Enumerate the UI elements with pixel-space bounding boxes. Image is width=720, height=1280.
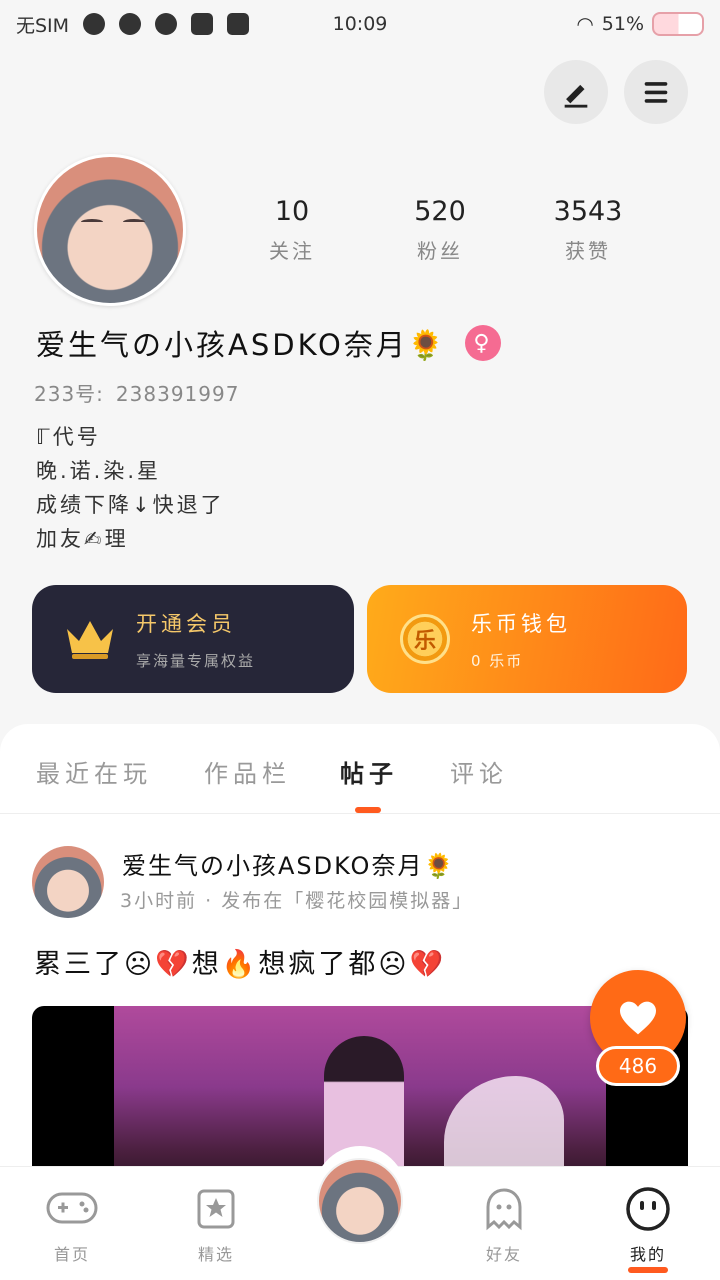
profile-avatar[interactable] <box>34 154 186 306</box>
smiley-face-icon <box>622 1187 674 1231</box>
nav-featured[interactable]: 精选 <box>166 1187 266 1265</box>
profile-bio: ℾ代号 晚.诺.染.星 成绩下降↓快退了 加友✍理 <box>36 420 225 556</box>
wallet-card[interactable]: 乐 乐币钱包 0 乐币 <box>367 585 687 693</box>
post-author-avatar[interactable] <box>32 846 104 918</box>
gamepad-icon <box>46 1187 98 1231</box>
wallet-title: 乐币钱包 <box>471 611 571 636</box>
tab-works[interactable]: 作品栏 <box>204 754 291 789</box>
menu-icon <box>644 82 668 103</box>
followers-stat[interactable]: 520 粉丝 <box>380 196 500 264</box>
status-bar: 无SIM 10:09 ◠ 51% <box>0 0 720 48</box>
tab-recently-played[interactable]: 最近在玩 <box>36 754 152 789</box>
nav-me[interactable]: 我的 <box>598 1187 698 1273</box>
likes-stat[interactable]: 3543 获赞 <box>528 196 648 264</box>
like-count: 486 <box>596 1046 680 1086</box>
avatar-eye <box>123 219 145 225</box>
post-meta: 3小时前 · 发布在「樱花校园模拟器」 <box>120 890 474 912</box>
nav-active-indicator <box>628 1267 668 1273</box>
bio-line: ℾ代号 <box>36 425 101 449</box>
s-app-icon <box>191 13 214 35</box>
cat-app-icon <box>83 13 106 35</box>
nav-me-label: 我的 <box>629 1245 666 1264</box>
following-count: 10 <box>274 196 310 227</box>
followers-label: 粉丝 <box>417 239 463 263</box>
carrier-label: 无SIM <box>16 14 70 37</box>
nav-center-avatar <box>317 1158 403 1244</box>
wallet-balance: 0 乐币 <box>471 651 524 670</box>
ghost-icon <box>478 1187 530 1231</box>
nav-home-label: 首页 <box>53 1245 90 1264</box>
heart-icon <box>620 1001 656 1035</box>
nav-featured-label: 精选 <box>197 1245 234 1264</box>
edit-profile-button[interactable] <box>544 60 608 124</box>
avatar-eye <box>81 219 103 225</box>
crown-icon <box>60 609 120 669</box>
tab-comments[interactable]: 评论 <box>450 754 508 789</box>
followers-count: 520 <box>414 196 466 227</box>
user-id-label: 233号: <box>34 382 104 406</box>
tab-posts[interactable]: 帖子 <box>340 754 398 789</box>
bio-line: 晚.诺.染.星 <box>36 459 162 483</box>
profile-nickname-row: 爱生气の小孩ASDKO奈月🌻 ♀ <box>36 322 501 364</box>
vip-subtitle: 享海量专属权益 <box>136 651 256 670</box>
likes-received-label: 获赞 <box>565 239 611 263</box>
wechat-icon <box>155 13 178 35</box>
star-bookmark-icon <box>190 1187 242 1231</box>
user-id-value: 238391997 <box>115 382 240 406</box>
planet-app-icon <box>119 13 142 35</box>
vip-title: 开通会员 <box>136 611 236 636</box>
bio-line: 成绩下降↓快退了 <box>36 493 225 517</box>
female-gender-icon: ♀ <box>464 325 501 361</box>
nav-friends[interactable]: 好友 <box>454 1187 554 1265</box>
following-stat[interactable]: 10 关注 <box>232 196 352 264</box>
nav-friends-label: 好友 <box>485 1245 522 1264</box>
video-icon <box>227 13 250 35</box>
coin-icon: 乐 <box>400 614 450 664</box>
menu-button[interactable] <box>624 60 688 124</box>
post-author-name[interactable]: 爱生气の小孩ASDKO奈月🌻 <box>122 846 455 881</box>
likes-received-count: 3543 <box>553 196 623 227</box>
profile-nickname: 爱生气の小孩ASDKO奈月🌻 <box>36 328 447 362</box>
vip-membership-card[interactable]: 开通会员 享海量专属权益 <box>32 585 354 693</box>
wifi-icon: ◠ <box>576 12 594 36</box>
battery-percent: 51% <box>601 13 644 35</box>
nav-center-avatar-button[interactable] <box>311 1146 409 1256</box>
active-tab-indicator <box>355 807 381 813</box>
post-text: 累三了☹💔想🔥想疯了都☹💔 <box>34 949 447 980</box>
user-id: 233号: 238391997 <box>34 378 239 407</box>
edit-icon <box>564 84 588 108</box>
bio-line: 加友✍理 <box>36 527 129 551</box>
battery-icon <box>652 12 704 36</box>
following-label: 关注 <box>269 239 315 263</box>
profile-tabs: 最近在玩 作品栏 帖子 评论 <box>0 724 720 814</box>
nav-home[interactable]: 首页 <box>22 1187 122 1265</box>
